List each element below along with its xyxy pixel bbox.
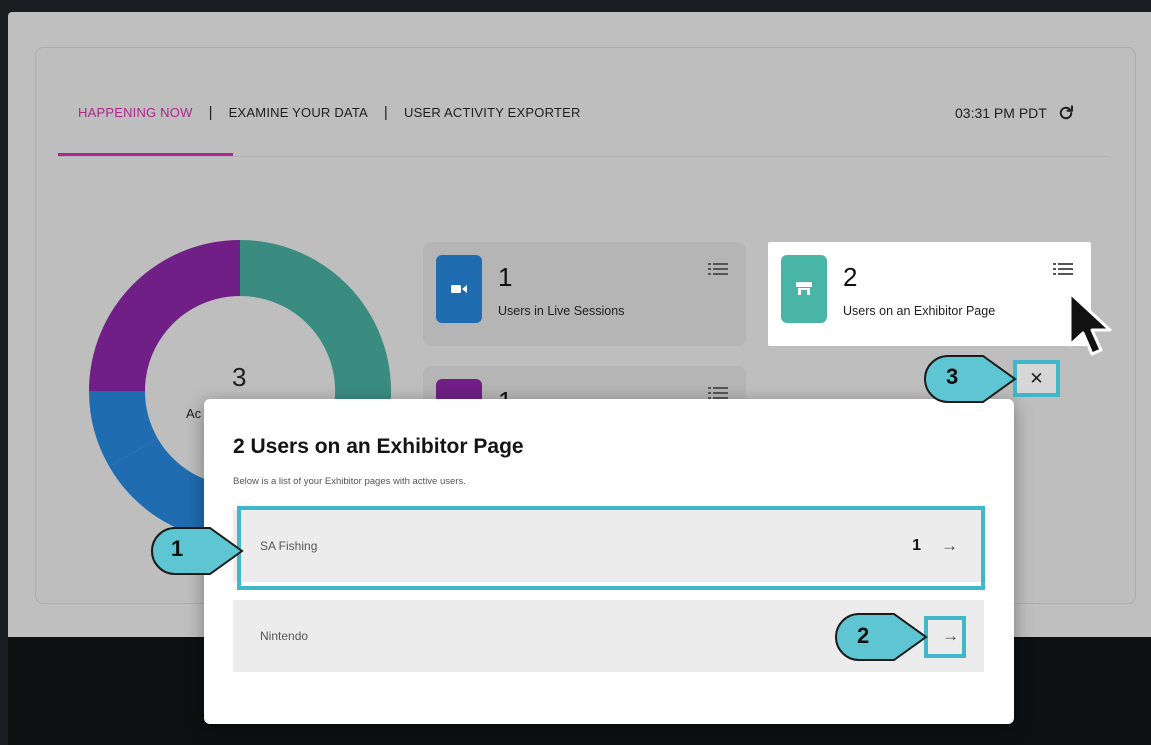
list-icon[interactable] (708, 386, 728, 400)
highlight-box-arrow (924, 616, 966, 658)
donut-total-count: 3 (232, 362, 247, 392)
list-icon[interactable] (708, 262, 728, 276)
tab-examine-your-data[interactable]: EXAMINE YOUR DATA (229, 105, 368, 120)
clock: 03:31 PM PDT (955, 104, 1075, 122)
storefront-icon (781, 255, 827, 323)
donut-segment-purple (89, 240, 240, 391)
callout-number: 2 (857, 623, 870, 648)
exhibitor-page-count: 2 (843, 262, 858, 292)
tab-separator: | (208, 104, 213, 121)
callout-number: 3 (946, 364, 959, 389)
tab-divider (58, 156, 1110, 157)
live-sessions-card[interactable]: 1 Users in Live Sessions (423, 242, 746, 346)
modal-close-button[interactable]: ✕ (1013, 360, 1060, 397)
donut-label: Ac (186, 406, 202, 421)
callout-marker (151, 527, 244, 575)
callout-number: 1 (171, 536, 184, 561)
video-camera-icon (436, 255, 482, 323)
mouse-cursor-icon (1068, 291, 1112, 356)
live-sessions-label: Users in Live Sessions (498, 304, 625, 318)
live-sessions-count: 1 (498, 262, 513, 292)
modal-title: 2 Users on an Exhibitor Page (233, 435, 524, 458)
highlight-box-row (237, 506, 985, 590)
list-icon[interactable] (1053, 262, 1073, 276)
tab-happening-now[interactable]: HAPPENING NOW (78, 105, 193, 120)
exhibitor-page-card[interactable]: 2 Users on an Exhibitor Page (768, 242, 1091, 346)
callout-marker (924, 355, 1017, 403)
callout-marker (835, 613, 928, 661)
exhibitor-page-label: Users on an Exhibitor Page (843, 304, 996, 318)
tab-separator: | (383, 104, 388, 121)
tab-bar: HAPPENING NOW | EXAMINE YOUR DATA | USER… (78, 104, 581, 121)
tab-user-activity-exporter[interactable]: USER ACTIVITY EXPORTER (404, 105, 581, 120)
modal-subtitle: Below is a list of your Exhibitor pages … (233, 476, 466, 487)
clock-time: 03:31 PM PDT (955, 105, 1047, 121)
refresh-icon[interactable] (1057, 104, 1075, 122)
